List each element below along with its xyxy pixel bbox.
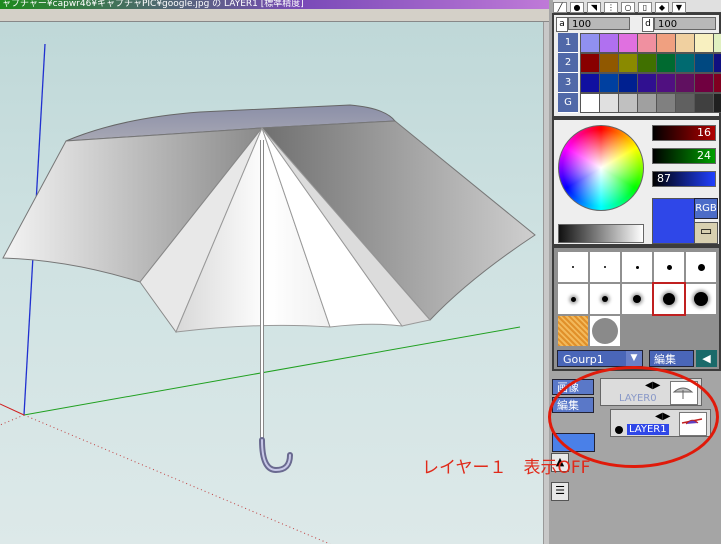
brush-dot-icon [663, 293, 675, 305]
rgb-mode-button[interactable]: RGB [694, 198, 718, 219]
brush-dot-icon [694, 292, 708, 306]
brush-dot-icon [570, 296, 576, 302]
brush-dot-icon [604, 266, 606, 268]
palette-swatch[interactable] [599, 73, 619, 93]
speaker-icon[interactable]: ◀ [696, 350, 717, 367]
annotation-text: レイヤー１ 表示OFF [422, 458, 591, 478]
palette-swatch[interactable] [599, 93, 619, 113]
palette-swatch[interactable] [713, 73, 721, 93]
green-value[interactable]: 24 [652, 148, 716, 164]
palette-section: a 100 d 100 123G [552, 13, 721, 118]
palette-swatch[interactable] [618, 73, 638, 93]
layer-list-icon[interactable]: ☰ [551, 482, 569, 501]
brush-preset[interactable] [590, 284, 620, 314]
palette-row-label[interactable]: 1 [558, 33, 578, 53]
brush-dot-icon [635, 265, 639, 269]
canvas-header-bar [0, 9, 549, 22]
palette-swatch[interactable] [694, 33, 714, 53]
palette-swatch[interactable] [580, 93, 600, 113]
brush-preset[interactable] [558, 252, 588, 282]
alpha-field[interactable]: a 100 [556, 17, 630, 32]
palette-swatch[interactable] [694, 73, 714, 93]
dot-icon[interactable]: ● [570, 2, 584, 13]
brush-preset[interactable] [654, 252, 684, 282]
window-title: ャプチャー¥capwr46¥キャプチャPIC¥google.jpg の LAYE… [2, 0, 304, 9]
color-picker-section: 16 24 87 RGB ▭ [552, 118, 721, 246]
palette-swatch[interactable] [675, 53, 695, 73]
palette-swatch[interactable] [599, 33, 619, 53]
palette-swatch[interactable] [713, 53, 721, 73]
brush-dot-icon [602, 296, 608, 302]
brush-preset[interactable] [590, 316, 620, 346]
blue-value[interactable]: 87 [652, 171, 716, 187]
folder-icon[interactable]: ▭ [694, 222, 718, 244]
select-icon[interactable]: ⋮ [604, 2, 618, 13]
palette-row-label[interactable]: 2 [558, 53, 578, 73]
tool-row: ╱ ● ◥ ⋮ ○ ▯ ◆ ▼ [553, 0, 721, 13]
palette-swatch[interactable] [656, 53, 676, 73]
palette-swatch[interactable] [656, 33, 676, 53]
brush-dot-icon [697, 263, 705, 271]
palette-swatch[interactable] [675, 93, 695, 113]
brush-preset[interactable] [686, 252, 716, 282]
down-arrow-icon[interactable]: ▼ [672, 2, 686, 13]
window-title-bar: ャプチャー¥capwr46¥キャプチャPIC¥google.jpg の LAYE… [0, 0, 551, 9]
pen-icon[interactable]: ╱ [553, 2, 567, 13]
brush-preset[interactable] [590, 252, 620, 282]
palette-swatch[interactable] [618, 53, 638, 73]
brush-dot-icon [633, 295, 641, 303]
palette-swatch[interactable] [637, 93, 657, 113]
brush-preset[interactable] [652, 282, 686, 316]
brush-preset[interactable] [558, 284, 588, 314]
palette-row-label[interactable]: G [558, 93, 578, 113]
palette-swatch[interactable] [656, 93, 676, 113]
brightness-gradient[interactable] [558, 224, 644, 243]
density-value[interactable]: 100 [654, 17, 716, 30]
palette-swatch[interactable] [713, 93, 721, 113]
palette-swatch[interactable] [675, 33, 695, 53]
palette-swatch[interactable] [637, 33, 657, 53]
brush-dot-icon [666, 264, 672, 270]
palette-swatch[interactable] [656, 73, 676, 93]
brush-texture-preset[interactable] [558, 316, 588, 346]
chevron-down-icon[interactable]: ▼ [626, 351, 642, 366]
brush-edit-button[interactable]: 編集 [649, 350, 694, 367]
current-color-swatch [652, 198, 695, 244]
brush-preset[interactable] [622, 252, 652, 282]
brush-dot-icon [572, 266, 574, 268]
palette-swatch[interactable] [637, 53, 657, 73]
density-field[interactable]: d 100 [642, 17, 716, 32]
palette-swatch[interactable] [694, 53, 714, 73]
blur-icon[interactable]: ○ [621, 2, 635, 13]
bucket-icon[interactable]: ◥ [587, 2, 601, 13]
palette-swatch[interactable] [580, 33, 600, 53]
brush-preset[interactable] [686, 284, 716, 314]
palette-swatch[interactable] [694, 93, 714, 113]
palette-swatch[interactable] [713, 33, 721, 53]
palette-swatch[interactable] [637, 73, 657, 93]
fill-icon[interactable]: ◆ [655, 2, 669, 13]
brush-dot-icon [592, 318, 618, 344]
palette-swatch[interactable] [675, 73, 695, 93]
palette-swatch[interactable] [599, 53, 619, 73]
palette-swatch[interactable] [580, 73, 600, 93]
palette-swatch[interactable] [618, 93, 638, 113]
red-value[interactable]: 16 [652, 125, 716, 141]
palette-row-label[interactable]: 3 [558, 73, 578, 93]
palette-swatch[interactable] [618, 33, 638, 53]
color-wheel[interactable] [558, 125, 644, 211]
palette-swatch[interactable] [580, 53, 600, 73]
alpha-value[interactable]: 100 [568, 17, 630, 30]
brush-preset[interactable] [622, 284, 652, 314]
eraser-icon[interactable]: ▯ [638, 2, 652, 13]
